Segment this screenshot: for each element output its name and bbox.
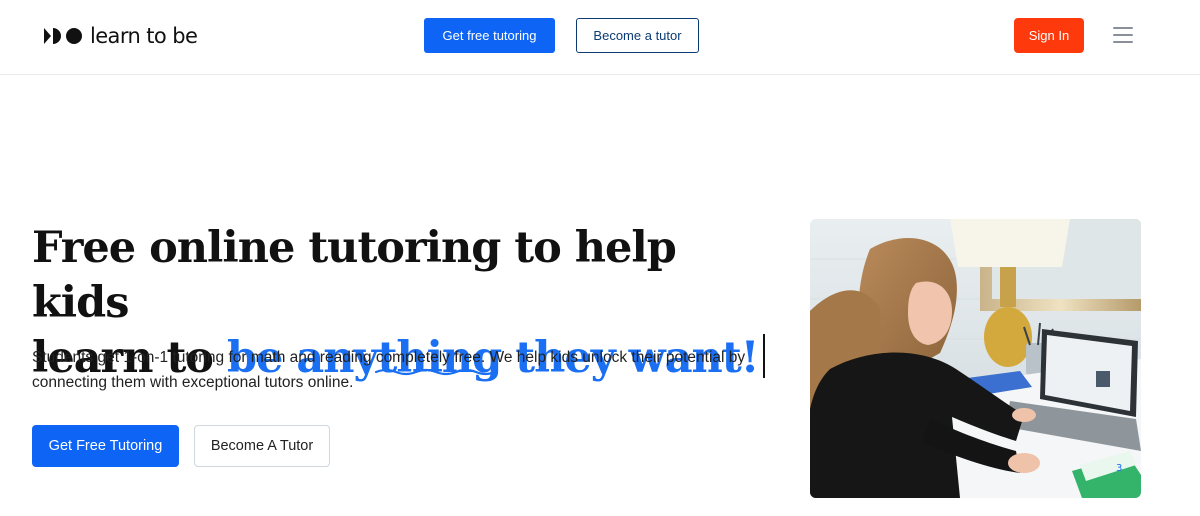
hero-heading-line1: Free online tutoring to help kids xyxy=(32,223,677,328)
menu-bar xyxy=(1113,41,1133,43)
get-free-tutoring-button[interactable]: Get Free Tutoring xyxy=(32,425,179,467)
brand-logo[interactable]: learn to be xyxy=(44,21,198,51)
hero-photo-student-at-laptop: 3 xyxy=(810,219,1141,498)
typing-caret xyxy=(762,334,765,378)
menu-bar xyxy=(1113,27,1133,29)
menu-bar xyxy=(1113,34,1133,36)
become-a-tutor-button[interactable]: Become A Tutor xyxy=(194,425,330,467)
sign-in-button[interactable]: Sign In xyxy=(1014,18,1084,53)
brand-name: learn to be xyxy=(90,24,198,48)
get-free-tutoring-nav-button[interactable]: Get free tutoring xyxy=(424,18,555,53)
completely-free-highlight: completely free xyxy=(374,345,495,376)
become-a-tutor-nav-button[interactable]: Become a tutor xyxy=(576,18,699,53)
highlight-text: completely free xyxy=(375,349,481,366)
squiggle-underline-icon xyxy=(374,368,495,376)
svg-text:3: 3 xyxy=(1116,463,1122,474)
logo-mark-icon xyxy=(44,28,82,44)
hero-subtitle-text: Students get 1-on-1 tutoring for math an… xyxy=(32,349,376,366)
hero-subtitle: Students get 1-on-1 tutoring for math an… xyxy=(32,345,762,395)
site-header: learn to be Get free tutoring Become a t… xyxy=(0,0,1200,75)
hamburger-menu-icon[interactable] xyxy=(1113,27,1133,43)
